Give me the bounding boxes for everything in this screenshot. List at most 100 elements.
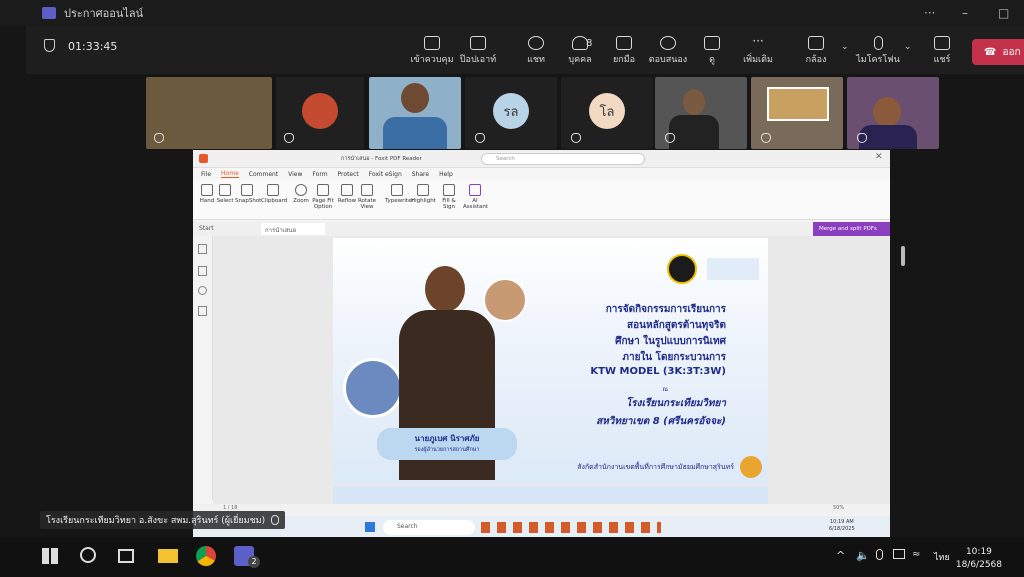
typewriter-icon xyxy=(391,184,403,196)
teams-icon xyxy=(42,7,56,19)
menu-form[interactable]: Form xyxy=(312,171,327,178)
pages-icon[interactable] xyxy=(198,266,207,276)
mic-button[interactable]: ไมโครโฟน xyxy=(856,36,900,66)
mic-off-icon xyxy=(271,515,280,525)
slide-affiliation: สังกัดสำนักงานเขตพื้นที่การศึกษามัธยมศึก… xyxy=(577,463,734,471)
zoom-level[interactable]: 50% xyxy=(833,505,844,511)
maximize-icon[interactable]: □ xyxy=(998,6,1009,20)
ribbon-snapshot[interactable]: SnapShot xyxy=(235,184,261,204)
participant-tile[interactable]: โล xyxy=(561,77,653,149)
ribbon-page-fit[interactable]: Page Fit Option xyxy=(311,184,335,210)
shield-icon xyxy=(44,39,55,52)
chevron-up-icon[interactable]: ^ xyxy=(836,549,845,562)
remote-app-icons[interactable] xyxy=(481,522,661,533)
fill-sign-icon xyxy=(443,184,455,196)
menu-view[interactable]: View xyxy=(288,171,302,178)
highlight-icon xyxy=(417,184,429,196)
foxit-titlebar: การนำเสนอ - Foxit PDF Reader Search ✕ xyxy=(193,150,890,168)
presenter-photo-head xyxy=(425,266,465,312)
menu-help[interactable]: Help xyxy=(439,171,453,178)
chat-button[interactable]: แชท xyxy=(514,36,558,66)
scrollbar[interactable] xyxy=(901,246,905,266)
school-photo-left xyxy=(343,358,403,418)
more-button[interactable]: ··· เพิ่มเติม xyxy=(736,34,780,66)
task-view-icon[interactable] xyxy=(118,549,134,563)
search-icon[interactable] xyxy=(80,547,96,563)
popout-icon xyxy=(470,36,486,50)
participant-tile[interactable]: รล xyxy=(465,77,557,149)
participant-tile[interactable] xyxy=(751,77,843,149)
ribbon-zoom[interactable]: Zoom xyxy=(289,184,313,204)
ribbon-typewriter[interactable]: Typewriter xyxy=(385,184,414,204)
doc-tabs: Start การนำเสนอ xyxy=(193,222,890,236)
ribbon-fill-sign[interactable]: Fill & Sign xyxy=(437,184,461,210)
camera-chevron-icon[interactable]: ⌄ xyxy=(841,42,849,52)
ribbon-rotate[interactable]: Rotate View xyxy=(355,184,379,210)
display-icon[interactable] xyxy=(893,549,905,559)
speaker-icon[interactable]: 🔈 xyxy=(856,549,870,562)
more-options-icon[interactable]: ··· xyxy=(924,6,935,20)
file-explorer-icon[interactable] xyxy=(158,549,178,563)
slide-title-line: การจัดกิจกรรมการเรียนการ xyxy=(605,304,726,315)
phone-icon: ☎ xyxy=(984,46,997,58)
menu-file[interactable]: File xyxy=(201,171,211,178)
ribbon-clipboard[interactable]: Clipboard xyxy=(261,184,287,204)
participant-tile[interactable] xyxy=(847,77,939,149)
slide-small-text: ณ xyxy=(662,386,668,393)
ribbon-ai-assistant[interactable]: AI Assistant xyxy=(463,184,488,210)
zoom-icon xyxy=(295,184,307,196)
control-icon xyxy=(424,36,440,50)
document-area[interactable]: การจัดกิจกรรมการเรียนการ สอนหลักสูตรต้าน… xyxy=(213,236,905,504)
more-icon: ··· xyxy=(752,34,764,48)
wifi-icon[interactable]: ≈ xyxy=(912,549,920,560)
menu-comment[interactable]: Comment xyxy=(249,171,278,178)
title-bar: ประกาศออนไลน์ ··· – □ xyxy=(0,0,1024,26)
leave-button[interactable]: ☎ ออก xyxy=(972,39,1024,65)
raise-hand-button[interactable]: ยกมือ xyxy=(602,36,646,66)
participant-face xyxy=(683,89,705,115)
react-button[interactable]: ตอบสนอง xyxy=(646,36,690,66)
share-button[interactable]: แชร์ xyxy=(920,36,964,66)
mic-chevron-icon[interactable]: ⌄ xyxy=(904,42,912,52)
menu-share[interactable]: Share xyxy=(412,171,429,178)
foxit-search-input[interactable]: Search xyxy=(481,153,645,165)
ribbon-select[interactable]: Select xyxy=(213,184,237,204)
react-icon xyxy=(660,36,676,50)
participant-tile[interactable] xyxy=(276,77,364,149)
camera-button[interactable]: กล้อง xyxy=(794,36,838,66)
mic-tray-icon[interactable] xyxy=(876,549,883,560)
menu-home[interactable]: Home xyxy=(221,170,239,178)
participant-tile[interactable] xyxy=(146,77,272,149)
input-language[interactable]: ไทย xyxy=(934,550,950,564)
view-button[interactable]: ดู xyxy=(690,36,734,66)
ribbon-highlight[interactable]: Highlight xyxy=(411,184,436,204)
remote-search-input[interactable]: Search xyxy=(383,520,475,535)
foxit-ribbon: Hand Select SnapShot Clipboard Zoom Page… xyxy=(193,180,890,220)
bookmark-icon[interactable] xyxy=(198,244,207,254)
teams-badge: 2 xyxy=(248,556,260,568)
windows-start-icon[interactable] xyxy=(42,548,58,564)
comments-icon[interactable] xyxy=(198,286,207,295)
presenter-label: โรงเรียนกระเทียมวิทยา อ.สังขะ สพม.สุรินท… xyxy=(40,511,286,529)
attachments-icon[interactable] xyxy=(198,306,207,316)
board-image xyxy=(767,87,829,121)
menu-esign[interactable]: Foxit eSign xyxy=(369,171,402,178)
tab-presentation[interactable]: การนำเสนอ xyxy=(261,223,325,235)
system-clock[interactable]: 10:19 18/6/2568 xyxy=(956,546,1002,572)
participant-tile[interactable] xyxy=(655,77,747,149)
menu-protect[interactable]: Protect xyxy=(338,171,359,178)
slide-title-line: KTW MODEL (3K:3T:3W) xyxy=(590,366,726,377)
participant-tile[interactable] xyxy=(369,77,461,149)
next-slide-page xyxy=(333,486,768,504)
merge-split-banner[interactable]: Merge and split PDFs xyxy=(813,222,890,236)
tab-start[interactable]: Start xyxy=(199,225,214,232)
hand-icon xyxy=(201,184,213,196)
control-button[interactable]: เข้าควบคุม xyxy=(410,36,454,66)
chrome-icon[interactable] xyxy=(196,546,216,566)
people-button[interactable]: บุคคล xyxy=(558,36,602,66)
minimize-icon[interactable]: – xyxy=(962,6,968,20)
close-icon[interactable]: ✕ xyxy=(875,152,883,162)
raise-hand-icon xyxy=(616,36,632,50)
popout-button[interactable]: ป๊อปเอาท์ xyxy=(456,36,500,66)
remote-start-icon[interactable] xyxy=(365,522,375,532)
